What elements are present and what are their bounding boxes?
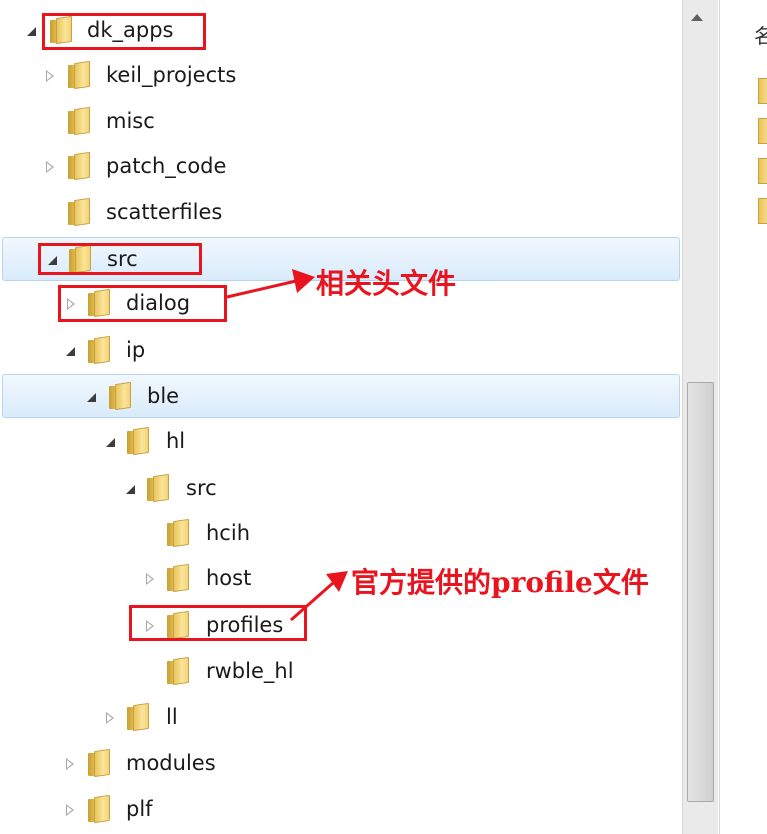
folder-icon [758,78,767,104]
folder-tree: dk_apps keil_projects misc patch_code sc… [0,0,682,834]
annotation-profiles: 官方提供的profile文件 [351,566,649,599]
arrow-head-dialog [292,269,315,293]
arrow-line-dialog [226,279,297,299]
vertical-scrollbar[interactable] [682,0,718,834]
scroll-up-icon[interactable] [691,14,703,21]
folder-icon [758,118,767,144]
scrollbar-thumb[interactable] [687,382,714,802]
annotation-headers: 相关头文件 [316,267,457,300]
folder-icon [758,158,767,184]
column-header[interactable]: 名 [754,20,767,49]
arrow-head-profiles [326,571,348,592]
file-list-pane: 名 [719,0,767,834]
annotation-arrows [226,269,348,622]
arrow-line-profiles [290,581,334,622]
folder-icon [758,198,767,224]
